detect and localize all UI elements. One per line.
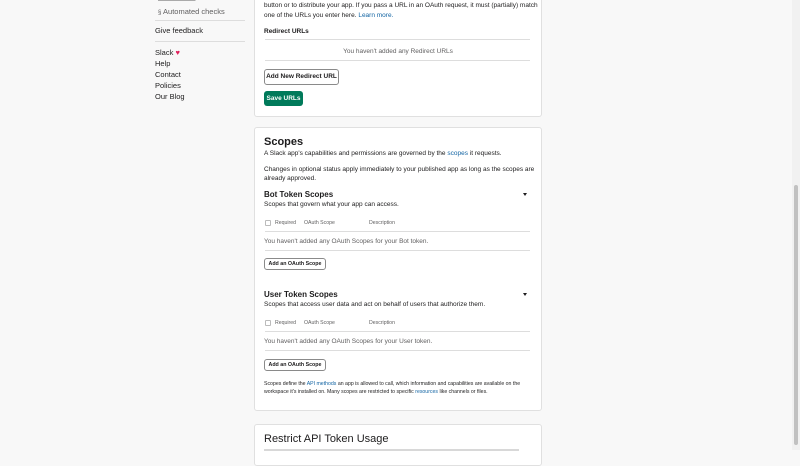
column-required: Required — [275, 220, 297, 226]
scopes-footer-line2: workspace it's installed on. Many scopes… — [264, 389, 488, 395]
column-oauth-scope: OAuth Scope — [304, 220, 335, 226]
divider — [265, 39, 530, 40]
save-urls-button[interactable]: Save URLs — [264, 91, 303, 106]
changes-note-line1: Changes in optional status apply immedia… — [264, 166, 535, 173]
sidebar-item-label: Automated checks — [163, 7, 225, 16]
column-description: Description — [369, 320, 395, 326]
add-new-redirect-url-button[interactable]: Add New Redirect URL — [264, 69, 339, 85]
sidebar-item-automated-checks[interactable]: § Automated checks — [158, 7, 225, 16]
changes-note-line2: already approved. — [264, 175, 317, 182]
column-description: Description — [369, 220, 395, 226]
required-checkbox[interactable] — [265, 220, 271, 226]
divider — [265, 250, 530, 251]
user-token-scopes-title: User Token Scopes — [264, 290, 338, 299]
bot-scopes-empty-message: You haven't added any OAuth Scopes for y… — [264, 238, 429, 245]
checks-icon: § — [158, 10, 162, 16]
user-token-scopes-subtitle: Scopes that access user data and act on … — [264, 301, 486, 308]
redirect-empty-message: You haven't added any Redirect URLs — [343, 48, 453, 55]
required-checkbox[interactable] — [265, 320, 271, 326]
scopes-description-text: it requests. — [469, 150, 502, 157]
footer-text: Scopes define the — [264, 381, 306, 387]
column-oauth-scope: OAuth Scope — [304, 320, 335, 326]
footer-text: an app is allowed to call, which informa… — [337, 381, 521, 387]
redirect-description-line2: one of the URLs you enter here. Learn mo… — [264, 12, 393, 19]
collapse-caret-icon[interactable] — [523, 293, 527, 296]
slack-label: Slack — [155, 48, 174, 57]
truncated-text-line — [264, 449, 519, 451]
divider — [265, 60, 530, 61]
footer-text: workspace it's installed on. Many scopes… — [264, 389, 414, 395]
redirect-description-line1: button or to distribute your app. If you… — [264, 2, 538, 9]
restrict-api-token-card: Restrict API Token Usage — [254, 424, 542, 466]
column-required: Required — [275, 320, 297, 326]
learn-more-link[interactable]: Learn more. — [358, 12, 393, 19]
collapse-caret-icon[interactable] — [523, 193, 527, 196]
divider — [265, 331, 530, 332]
sidebar-divider — [155, 41, 245, 42]
scopes-footer-line1: Scopes define the API methods an app is … — [264, 381, 520, 387]
help-link[interactable]: Help — [155, 59, 170, 68]
heart-icon: ♥ — [175, 48, 180, 57]
redirect-description-text: one of the URLs you enter here. — [264, 12, 357, 19]
scopes-link[interactable]: scopes — [447, 150, 468, 157]
bot-token-scopes-title: Bot Token Scopes — [264, 190, 334, 199]
user-scopes-empty-message: You haven't added any OAuth Scopes for y… — [264, 338, 433, 345]
divider — [265, 350, 530, 351]
scrollbar-thumb[interactable] — [794, 185, 798, 445]
contact-link[interactable]: Contact — [155, 70, 181, 79]
resources-link[interactable]: resources — [415, 389, 438, 395]
sidebar-sub-item-partial: ▬▬▬▬▬ — [158, 0, 196, 3]
footer-text: like channels or files. — [439, 389, 488, 395]
api-methods-link[interactable]: API methods — [307, 381, 337, 387]
restrict-api-token-title: Restrict API Token Usage — [264, 433, 389, 445]
slack-link[interactable]: Slack ♥ — [155, 48, 180, 57]
sidebar-divider — [155, 20, 245, 21]
scopes-title: Scopes — [264, 136, 304, 148]
scopes-description-text: A Slack app's capabilities and permissio… — [264, 150, 446, 157]
redirect-urls-card: button or to distribute your app. If you… — [254, 0, 542, 117]
add-bot-oauth-scope-button[interactable]: Add an OAuth Scope — [264, 258, 326, 270]
give-feedback-link[interactable]: Give feedback — [155, 26, 203, 35]
policies-link[interactable]: Policies — [155, 81, 181, 90]
our-blog-link[interactable]: Our Blog — [155, 92, 185, 101]
add-user-oauth-scope-button[interactable]: Add an OAuth Scope — [264, 359, 326, 371]
scopes-card: Scopes A Slack app's capabilities and pe… — [254, 127, 542, 411]
divider — [265, 231, 530, 232]
bot-token-scopes-subtitle: Scopes that govern what your app can acc… — [264, 201, 399, 208]
scopes-description: A Slack app's capabilities and permissio… — [264, 150, 502, 157]
redirect-urls-title: Redirect URLs — [264, 28, 309, 35]
